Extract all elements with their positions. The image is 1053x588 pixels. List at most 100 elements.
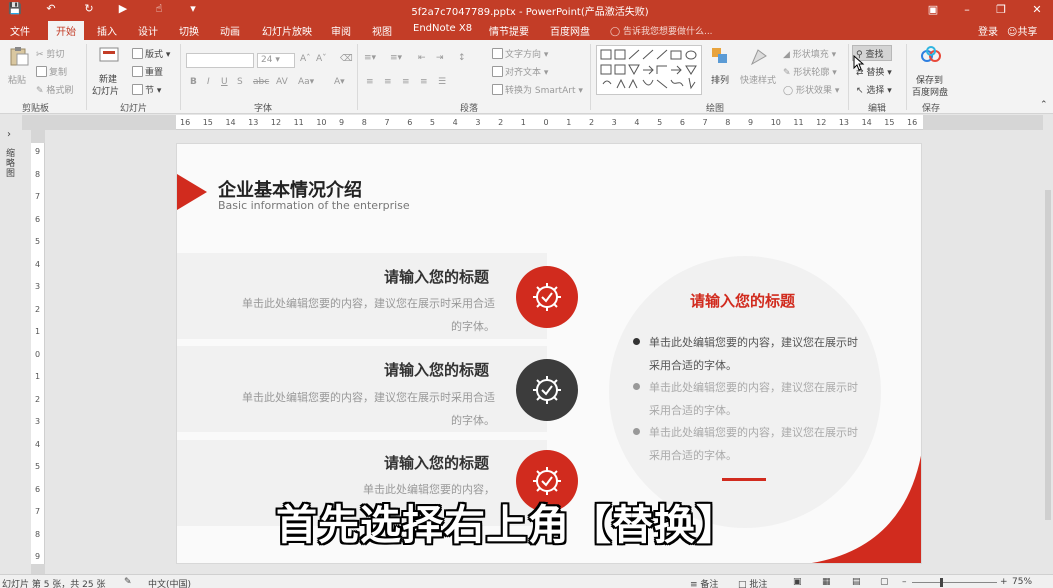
tab-insert[interactable]: 插入 <box>97 23 117 38</box>
language-indicator[interactable]: 中文(中国) <box>148 577 191 588</box>
tab-endnote[interactable]: EndNote X8 <box>413 23 472 34</box>
tab-storyboard[interactable]: 情节提要 <box>489 23 529 38</box>
reset-button[interactable]: 重置 <box>132 65 163 78</box>
ruler-tick-label: 10 <box>316 118 327 127</box>
increase-indent-icon[interactable]: ⇥ <box>436 53 444 63</box>
ruler-tick-label: 8 <box>361 118 367 127</box>
collapse-ribbon-icon[interactable]: ⌃ <box>1040 100 1048 110</box>
grow-font-icon[interactable]: Aˆ <box>300 54 311 64</box>
align-center-icon[interactable]: ≡ <box>384 77 392 87</box>
scroll-thumb[interactable] <box>1045 190 1051 520</box>
tab-transitions[interactable]: 切换 <box>179 23 199 38</box>
tab-animations[interactable]: 动画 <box>220 23 240 38</box>
window-title: 5f2a7c7047789.pptx - PowerPoint(产品激活失败) <box>411 7 649 18</box>
tab-file[interactable]: 文件 <box>10 23 30 38</box>
quick-styles-label[interactable]: 快速样式 <box>740 73 776 86</box>
login-link[interactable]: 登录 <box>978 23 998 38</box>
tab-view[interactable]: 视图 <box>372 23 392 38</box>
copy-button[interactable]: 复制 <box>36 65 67 78</box>
ruler-tick-label: 1 <box>520 118 526 127</box>
redo-icon[interactable]: ↻ <box>82 2 96 16</box>
slide-subtitle[interactable]: Basic information of the enterprise <box>218 199 410 212</box>
new-slide-icon[interactable] <box>98 45 120 65</box>
item-heading[interactable]: 请输入您的标题 <box>384 266 489 287</box>
bullet-item[interactable]: 单击此处编辑您要的内容，建议您在展示时采用合适的字体。 <box>633 331 863 377</box>
decrease-indent-icon[interactable]: ⇤ <box>418 53 426 63</box>
baidu-cloud-icon[interactable] <box>920 45 942 65</box>
font-name-box[interactable] <box>186 53 254 68</box>
bullet-item[interactable]: 单击此处编辑您要的内容，建议您在展示时采用合适的字体。 <box>633 376 863 422</box>
zoom-slider[interactable] <box>912 582 997 583</box>
bold-icon[interactable]: B <box>190 77 197 87</box>
notes-button[interactable]: ≡ 备注 <box>690 577 718 588</box>
underline-icon[interactable]: U <box>221 77 228 87</box>
touch-mode-icon[interactable]: ☝ <box>152 2 166 16</box>
restore-button[interactable]: ❐ <box>992 2 1010 18</box>
clear-formatting-icon[interactable]: ⌫ <box>340 54 353 64</box>
shape-outline-button[interactable]: ✎ 形状轮廓 ▾ <box>783 65 837 78</box>
char-spacing-icon[interactable]: AV <box>276 77 288 87</box>
align-left-icon[interactable]: ≡ <box>366 77 374 87</box>
shrink-font-icon[interactable]: Aˇ <box>316 54 327 64</box>
tab-home[interactable]: 开始 <box>48 21 84 40</box>
align-right-icon[interactable]: ≡ <box>402 77 410 87</box>
normal-view-icon[interactable]: ▣ <box>793 577 802 587</box>
ribbon-display-options-icon[interactable]: ▣ <box>924 2 942 18</box>
arrange-label[interactable]: 排列 <box>711 73 729 86</box>
cut-button[interactable]: ✂ 剪切 <box>36 47 64 60</box>
item-heading[interactable]: 请输入您的标题 <box>384 359 489 380</box>
change-case-icon[interactable]: Aa▾ <box>298 77 314 87</box>
bullets-icon[interactable]: ≡▾ <box>364 53 376 63</box>
tab-slideshow[interactable]: 幻灯片放映 <box>262 23 312 38</box>
new-slide-label-2[interactable]: 幻灯片 <box>92 84 119 97</box>
tab-design[interactable]: 设计 <box>138 23 158 38</box>
reading-view-icon[interactable]: ▤ <box>852 577 861 587</box>
font-size-box[interactable]: 24 ▾ <box>257 53 295 68</box>
shape-fill-button[interactable]: ◢ 形状填充 ▾ <box>783 47 836 60</box>
item-heading[interactable]: 请输入您的标题 <box>384 452 489 473</box>
columns-icon[interactable]: ☰ <box>438 77 446 87</box>
spellcheck-icon[interactable]: ✎ <box>124 577 132 587</box>
justify-icon[interactable]: ≡ <box>420 77 428 87</box>
select-button[interactable]: ↖ 选择 ▾ <box>856 83 892 96</box>
zoom-out-icon[interactable]: – <box>902 577 907 587</box>
zoom-level[interactable]: 75% <box>1012 577 1032 587</box>
shadow-icon[interactable]: S <box>237 77 243 87</box>
share-button[interactable]: ☺共享 <box>1007 23 1037 38</box>
text-direction-button[interactable]: 文字方向 ▾ <box>492 47 548 60</box>
expand-pane-icon[interactable]: › <box>7 129 11 140</box>
close-button[interactable]: ✕ <box>1028 2 1046 18</box>
layout-button[interactable]: 版式 ▾ <box>132 47 170 60</box>
quick-styles-icon[interactable] <box>748 46 770 66</box>
section-button[interactable]: 节 ▾ <box>132 83 161 96</box>
paste-icon[interactable] <box>8 46 30 66</box>
arrange-icon[interactable] <box>710 46 732 66</box>
undo-icon[interactable]: ↶ <box>44 2 58 16</box>
comments-button[interactable]: □ 批注 <box>738 577 767 588</box>
numbering-icon[interactable]: ≡▾ <box>390 53 402 63</box>
line-spacing-icon[interactable]: ↕ <box>458 53 466 63</box>
item-body[interactable]: 单击此处编辑您要的内容，建议您在展示时采用合适的字体。 <box>239 292 495 338</box>
tell-me-box[interactable]: ◯ 告诉我您想要做什么... <box>610 24 713 37</box>
tab-baidu-netdisk[interactable]: 百度网盘 <box>550 23 590 38</box>
save-icon[interactable]: 💾 <box>8 2 22 16</box>
tab-review[interactable]: 审阅 <box>331 23 351 38</box>
convert-smartart-button[interactable]: 转换为 SmartArt ▾ <box>492 83 583 96</box>
customize-qat-icon[interactable]: ▾ <box>186 2 200 16</box>
start-from-beginning-icon[interactable]: ▶ <box>116 2 130 16</box>
zoom-in-icon[interactable]: + <box>1000 577 1008 587</box>
slide-sorter-icon[interactable]: ▦ <box>822 577 831 587</box>
shape-effects-button[interactable]: ◯ 形状效果 ▾ <box>783 83 839 96</box>
minimize-button[interactable]: – <box>958 2 976 18</box>
zoom-slider-thumb[interactable] <box>940 578 943 587</box>
align-text-button[interactable]: 对齐文本 ▾ <box>492 65 548 78</box>
italic-icon[interactable]: I <box>207 77 210 87</box>
strikethrough-icon[interactable]: abc <box>253 77 269 87</box>
format-painter-button[interactable]: ✎ 格式刷 <box>36 83 73 96</box>
shapes-gallery[interactable] <box>596 45 702 95</box>
save-to-label-2[interactable]: 百度网盘 <box>912 85 948 98</box>
slideshow-view-icon[interactable]: ▢ <box>880 577 889 587</box>
font-color-icon[interactable]: A▾ <box>334 77 345 87</box>
item-body[interactable]: 单击此处编辑您要的内容，建议您在展示时采用合适的字体。 <box>239 386 495 432</box>
right-heading[interactable]: 请输入您的标题 <box>690 290 795 311</box>
